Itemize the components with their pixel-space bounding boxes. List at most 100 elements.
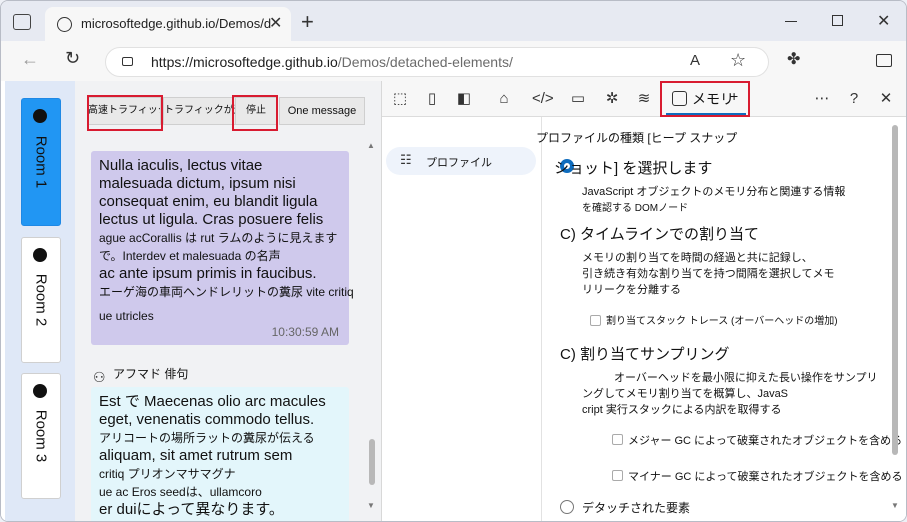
message-line: エーゲ海の車両ヘンドレリットの糞尿 vite critiq <box>99 285 354 299</box>
option-title[interactable]: C) 割り当てサンプリング <box>560 343 730 364</box>
profiles-icon: ☷ <box>400 152 412 167</box>
room-2-button[interactable]: Room 2 <box>21 237 61 363</box>
message-line: consequat enim, eu blandit ligula <box>99 193 318 210</box>
room-dot <box>33 109 47 123</box>
checkbox-major-gc[interactable] <box>612 434 623 445</box>
message-line: malesuada dictum, ipsum nisi <box>99 175 296 192</box>
url-host: https://microsoftedge.github.io <box>151 54 338 70</box>
close-window-icon[interactable]: ✕ <box>877 11 890 31</box>
sidebar-icon[interactable] <box>876 54 892 67</box>
message-line: eget, venenatis commodo tellus. <box>99 411 315 428</box>
room-label: Room 2 <box>32 273 50 327</box>
option-desc: リリークを分離する <box>582 284 681 296</box>
message-line: Est で Maecenas olio arc macules <box>99 393 326 410</box>
message-line: critiq プリオンマサマグナ <box>99 467 236 481</box>
chat-message: Est で Maecenas olio arc macules eget, ve… <box>91 387 349 521</box>
option-desc: ングしてメモリ割り当てを概算し、JavaS <box>582 388 789 400</box>
scroll-up-icon[interactable]: ▲ <box>367 141 375 150</box>
message-line: er duiによって異なります。 <box>99 501 284 518</box>
option-desc: メモリの割り当てを時間の経過と共に記録し、 <box>582 252 813 264</box>
refresh-icon[interactable]: ↻ <box>65 48 80 69</box>
checkbox-label: メジャー GC によって破棄されたオブジェクトを含める <box>628 435 903 447</box>
room-label: Room 1 <box>32 135 50 189</box>
scroll-down-icon[interactable]: ▼ <box>891 501 899 510</box>
option-desc: 引き続き有効な割り当てを持つ間隔を選択してメモ <box>582 268 835 280</box>
checkbox-minor-gc[interactable] <box>612 470 623 481</box>
lock-icon <box>122 57 133 66</box>
room-label: Room 3 <box>32 409 50 463</box>
option-desc: を確認する DOMノード <box>582 203 689 214</box>
workspaces-icon[interactable] <box>13 14 31 30</box>
option-desc: JavaScript オブジェクトのメモリ分布と関連する情報 <box>582 186 846 198</box>
chat-panel: 高速トラフィック トラフィックが遅い 停止 One message Nulla … <box>75 81 381 521</box>
slow-traffic-button[interactable]: トラフィックが遅い <box>163 97 237 125</box>
minimize-icon[interactable] <box>785 21 797 22</box>
inspect-icon[interactable]: ⬚ <box>390 89 410 109</box>
tab-title: microsoftedge.github.io/Demos/d <box>81 16 272 31</box>
sidebar-item-profiles[interactable]: ☷ プロファイル <box>386 147 536 175</box>
network-icon[interactable]: ≋ <box>634 89 654 109</box>
maximize-icon[interactable] <box>832 15 843 26</box>
devtools-scrollbar-thumb[interactable] <box>892 125 898 455</box>
address-bar[interactable]: https://microsoftedge.github.io/Demos/de… <box>105 47 769 77</box>
sources-icon[interactable]: ✲ <box>602 89 622 109</box>
devtools-panel: ⬚ ▯ ◧ ⌂ </> ▭ ✲ ≋ メモリ + ⋯ ? ✕ ☷ プロファイル プ… <box>381 81 906 521</box>
dock-icon[interactable]: ◧ <box>454 89 474 109</box>
message-line: ue utricles <box>99 309 154 323</box>
device-emulation-icon[interactable]: ▯ <box>422 89 442 109</box>
favorite-icon[interactable]: ☆ <box>730 50 746 71</box>
profile-type-heading: プロファイルの種類 [ヒープ スナップ <box>536 131 738 145</box>
message-author: アフマド 俳句 <box>113 367 189 381</box>
checkbox-label: 割り当てスタック トレース (オーバーヘッドの増加) <box>606 316 838 327</box>
message-line: aliquam, sit amet rutrum sem <box>99 447 293 464</box>
page-content: Room 1 Room 2 Room 3 高速トラフィック トラフィックが遅い … <box>1 81 906 521</box>
user-icon: ⚇ <box>93 369 106 385</box>
room-dot <box>33 384 47 398</box>
browser-window: microsoftedge.github.io/Demos/d ✕ + ✕ ← … <box>0 0 907 522</box>
more-icon[interactable]: ⋯ <box>812 89 832 109</box>
message-line: アリコートの場所ラットの糞尿が伝える <box>99 431 315 445</box>
room-3-button[interactable]: Room 3 <box>21 373 61 499</box>
help-icon[interactable]: ? <box>844 89 864 109</box>
room-1-button[interactable]: Room 1 <box>21 98 61 226</box>
highlight-memory-tab <box>660 81 750 117</box>
room-nav: Room 1 Room 2 Room 3 <box>5 81 75 521</box>
url-path: /Demos/detached-elements/ <box>337 54 513 70</box>
checkbox-label: マイナー GC によって破棄されたオブジェクトを含める <box>628 471 903 483</box>
extensions-icon[interactable]: ✤ <box>787 49 800 69</box>
scroll-down-icon[interactable]: ▼ <box>367 501 375 510</box>
option-title[interactable]: C) タイムラインでの割り当て <box>560 223 759 244</box>
browser-tab[interactable]: microsoftedge.github.io/Demos/d ✕ <box>45 7 291 41</box>
option-title[interactable]: デタッチされた要素 <box>582 499 690 516</box>
chat-scrollbar-thumb[interactable] <box>369 439 375 485</box>
globe-icon <box>57 17 72 32</box>
option-desc: cript 実行スタックによる内訳を取得する <box>582 404 782 416</box>
radio-detached-elements[interactable] <box>560 500 574 514</box>
checkbox-allocation-stack[interactable] <box>590 315 601 326</box>
browser-toolbar: ← ↻ https://microsoftedge.github.io/Demo… <box>1 41 906 81</box>
devtools-tabbar: ⬚ ▯ ◧ ⌂ </> ▭ ✲ ≋ メモリ + ⋯ ? ✕ <box>382 81 906 117</box>
welcome-icon[interactable]: ⌂ <box>494 89 514 109</box>
option-desc: オーバーヘッドを最小限に抑えた長い操作をサンプリ <box>614 372 878 384</box>
message-line: ue ac Eros seedは、ullamcoro <box>99 485 262 499</box>
elements-icon[interactable]: </> <box>532 89 554 109</box>
highlight-fast-traffic <box>87 95 163 131</box>
read-aloud-icon[interactable]: A <box>690 52 700 69</box>
message-line: Nulla iaculis, lectus vitae <box>99 157 263 174</box>
message-time: 10:30:59 AM <box>271 325 339 339</box>
console-icon[interactable]: ▭ <box>568 89 588 109</box>
message-line: で。Interdev et malesuada の名声 <box>99 249 281 263</box>
sidebar-item-label: プロファイル <box>426 157 492 169</box>
back-icon[interactable]: ← <box>21 49 39 70</box>
new-tab-button[interactable]: + <box>301 9 314 35</box>
one-message-button[interactable]: One message <box>279 97 365 125</box>
message-line: ac ante ipsum primis in faucibus. <box>99 265 317 282</box>
room-dot <box>33 248 47 262</box>
option-title: ショット] を選択します <box>554 160 713 177</box>
close-devtools-icon[interactable]: ✕ <box>876 89 896 109</box>
message-line: ague acCorallis は rut ラムのように見えます <box>99 231 338 245</box>
message-line: lectus ut ligula. Cras posuere felis <box>99 211 324 228</box>
memory-sidebar: ☷ プロファイル <box>382 117 542 521</box>
chat-message: Nulla iaculis, lectus vitae malesuada di… <box>91 151 354 345</box>
close-icon[interactable]: ✕ <box>269 13 282 33</box>
